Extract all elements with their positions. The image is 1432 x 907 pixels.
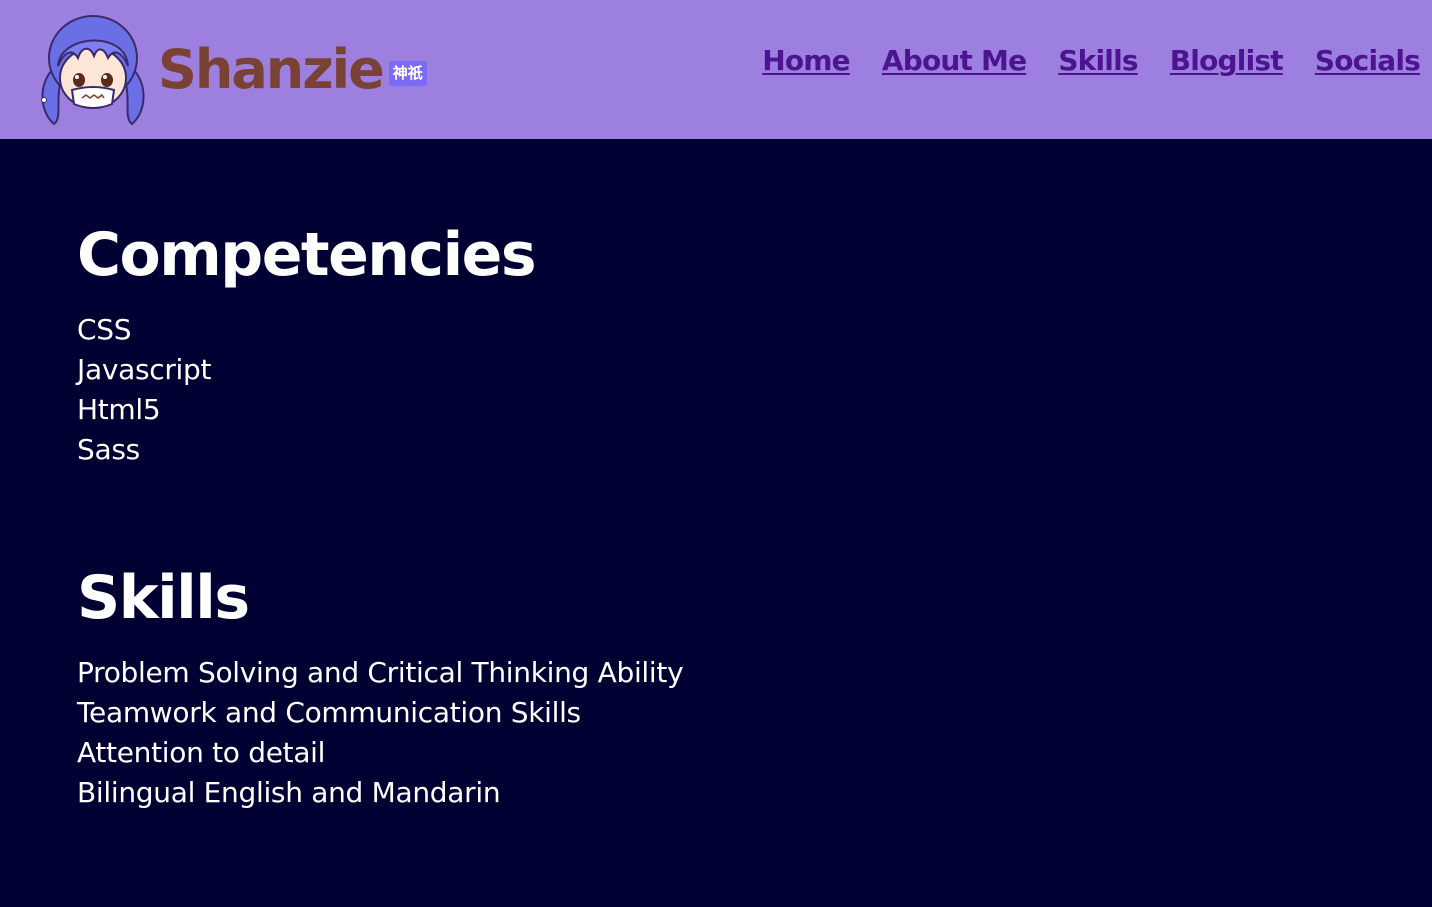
nav-link-skills[interactable]: Skills [1058,44,1138,77]
list-item: Attention to detail [77,736,326,769]
list-item: Problem Solving and Critical Thinking Ab… [77,656,684,689]
competencies-list: CSS Javascript Html5 Sass [77,310,535,470]
skills-list: Problem Solving and Critical Thinking Ab… [77,653,684,813]
list-item: Bilingual English and Mandarin [77,776,501,809]
skills-section: Skills Problem Solving and Critical Thin… [77,563,684,813]
nav-link-about-me[interactable]: About Me [882,44,1027,77]
competencies-section: Competencies CSS Javascript Html5 Sass [77,220,537,470]
list-item: CSS [77,313,132,346]
competencies-heading: Competencies [77,220,537,290]
brand-badge: 神祇 [388,60,427,86]
site-header: Shanzie 神祇 Home About Me Skills Bloglist… [0,0,1432,139]
list-item: Javascript [77,353,212,386]
anime-girl-avatar-icon [41,15,145,126]
list-item: Html5 [77,393,161,426]
main-nav: Home About Me Skills Bloglist Socials [762,44,1421,77]
brand-name: Shanzie [158,37,385,101]
list-item: Sass [77,433,140,466]
list-item: Teamwork and Communication Skills [77,696,581,729]
nav-link-socials[interactable]: Socials [1315,44,1421,77]
skills-heading: Skills [77,563,250,633]
nav-link-bloglist[interactable]: Bloglist [1170,44,1284,77]
logo[interactable]: Shanzie 神祇 [36,8,427,132]
nav-link-home[interactable]: Home [762,44,850,77]
